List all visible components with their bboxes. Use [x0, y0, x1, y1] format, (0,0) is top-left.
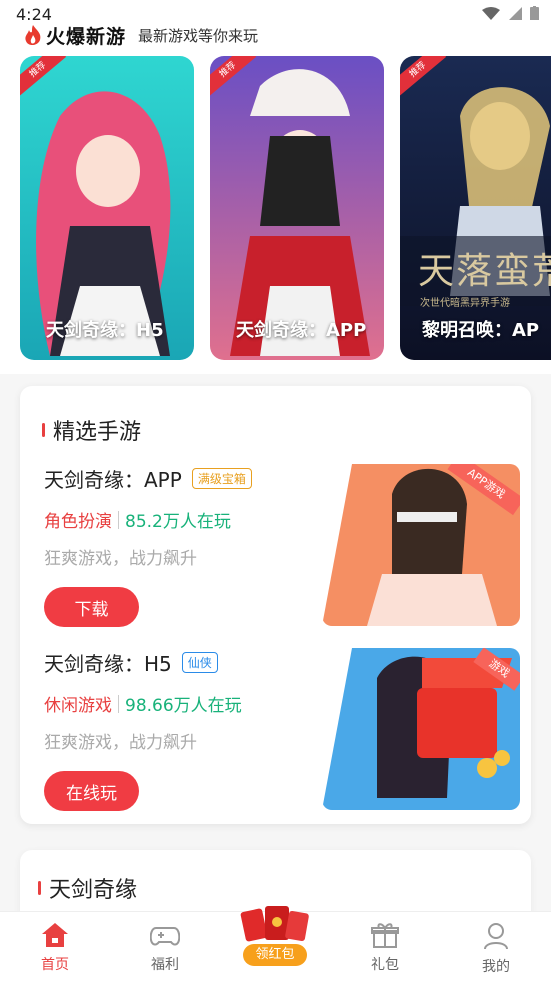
game-carousel[interactable]: 推荐 天剑奇缘：H5 推荐 天剑奇缘：APP 天落蛮荒 次世代暗黑异界手游 推荐… — [20, 56, 551, 360]
app-slogan: 最新游戏等你来玩 — [138, 27, 259, 45]
game-item[interactable]: 天剑奇缘：H5 仙侠 休闲游戏 98.66万人在玩 狂爽游戏，战力飙升 在线玩 — [44, 648, 324, 811]
game-players: 98.66万人在玩 — [125, 696, 242, 716]
game-name: 天剑奇缘：H5 — [44, 652, 172, 676]
carousel-card-art — [210, 56, 384, 360]
signal-icon — [508, 6, 522, 21]
section-title-text: 天剑奇缘 — [49, 878, 138, 903]
gamepad-icon — [150, 927, 180, 946]
nav-red-envelope[interactable]: 领红包 — [235, 904, 315, 970]
carousel-card[interactable]: 推荐 天剑奇缘：H5 — [20, 56, 194, 360]
game-desc: 狂爽游戏，战力飙升 — [44, 733, 197, 753]
section-title: 天剑奇缘 — [38, 872, 137, 904]
app-logo: 火爆新游 最新游戏等你来玩 — [24, 22, 258, 49]
game-genre: 休闲游戏 — [44, 696, 112, 716]
gift-icon — [371, 923, 399, 948]
meta-divider — [118, 694, 119, 713]
nav-label: 福利 — [151, 957, 179, 973]
wifi-icon — [482, 6, 500, 20]
nav-gift[interactable]: 礼包 — [345, 922, 425, 974]
game-name-row: 天剑奇缘：APP 满级宝箱 — [44, 464, 324, 493]
game-name: 天剑奇缘：APP — [44, 468, 182, 492]
carousel-card-title: 黎明召唤：AP — [422, 320, 540, 341]
play-online-button[interactable]: 在线玩 — [44, 771, 139, 811]
game-art[interactable]: 游戏 — [322, 648, 520, 810]
game-players: 85.2万人在玩 — [125, 512, 231, 532]
game-item[interactable]: 天剑奇缘：APP 满级宝箱 角色扮演 85.2万人在玩 狂爽游戏，战力飙升 下载 — [44, 464, 324, 627]
carousel-art-subtitle: 次世代暗黑异界手游 — [420, 298, 510, 309]
carousel-art-title: 天落蛮荒 — [418, 251, 551, 292]
status-icons — [482, 6, 539, 21]
game-desc: 狂爽游戏，战力飙升 — [44, 549, 197, 569]
user-icon — [484, 923, 508, 950]
home-icon — [42, 923, 68, 947]
battery-icon — [530, 6, 539, 21]
carousel-card[interactable]: 推荐 天剑奇缘：APP — [210, 56, 384, 360]
nav-red-envelope-label: 领红包 — [243, 944, 307, 966]
app-name: 火爆新游 — [46, 26, 127, 48]
featured-panel: 精选手游 天剑奇缘：APP 满级宝箱 角色扮演 85.2万人在玩 狂爽游戏，战力… — [20, 386, 531, 824]
nav-welfare[interactable]: 福利 — [125, 922, 205, 974]
game-name-row: 天剑奇缘：H5 仙侠 — [44, 648, 324, 677]
title-accent-bar — [42, 423, 45, 437]
featured-title: 精选手游 — [42, 414, 141, 446]
title-accent-bar — [38, 881, 41, 895]
nav-home[interactable]: 首页 — [15, 922, 95, 974]
app-header: 火爆新游 最新游戏等你来玩 — [0, 20, 551, 50]
game-meta: 休闲游戏 98.66万人在玩 — [44, 691, 324, 716]
carousel-card-title: 天剑奇缘：H5 — [46, 320, 164, 341]
game-art[interactable]: APP游戏 — [322, 464, 520, 626]
bottom-nav: 首页 福利 领红包 礼包 我的 — [0, 906, 551, 983]
download-button[interactable]: 下载 — [44, 587, 139, 627]
game-tag: 满级宝箱 — [191, 468, 252, 489]
carousel-card-art — [400, 56, 551, 360]
game-meta: 角色扮演 85.2万人在玩 — [44, 507, 324, 532]
nav-label: 首页 — [41, 957, 69, 973]
carousel-card[interactable]: 天落蛮荒 次世代暗黑异界手游 推荐 黎明召唤：AP — [400, 56, 551, 360]
carousel-card-art — [20, 56, 194, 360]
nav-label: 礼包 — [371, 957, 399, 973]
red-envelope-icon — [240, 906, 309, 942]
game-genre: 角色扮演 — [44, 512, 112, 532]
meta-divider — [118, 510, 119, 529]
nav-label: 我的 — [482, 959, 510, 975]
carousel-card-title: 天剑奇缘：APP — [236, 320, 367, 341]
featured-title-text: 精选手游 — [53, 420, 142, 445]
game-tag: 仙侠 — [181, 652, 218, 673]
nav-profile[interactable]: 我的 — [456, 922, 536, 976]
flame-icon — [25, 24, 41, 45]
